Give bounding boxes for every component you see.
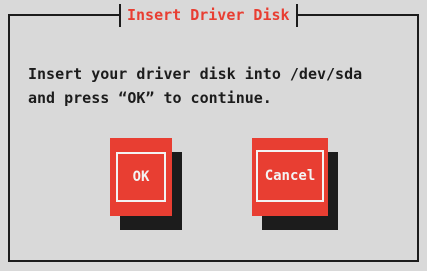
cancel-button-focus-frame: Cancel: [256, 150, 324, 202]
dialog-frame: [8, 14, 419, 262]
dialog-message: Insert your driver disk into /dev/sda an…: [28, 62, 362, 110]
ok-button-focus-frame: OK: [116, 152, 166, 202]
cancel-button-label: Cancel: [264, 168, 316, 184]
ok-button[interactable]: OK: [110, 138, 172, 216]
insert-driver-disk-dialog: Insert Driver Disk Insert your driver di…: [0, 0, 427, 271]
ok-button-label: OK: [132, 169, 150, 185]
message-line-1: Insert your driver disk into /dev/sda: [28, 65, 363, 83]
cancel-button[interactable]: Cancel: [252, 138, 328, 216]
message-line-2: and press “OK” to continue.: [28, 89, 272, 107]
dialog-title: Insert Driver Disk: [119, 4, 298, 27]
